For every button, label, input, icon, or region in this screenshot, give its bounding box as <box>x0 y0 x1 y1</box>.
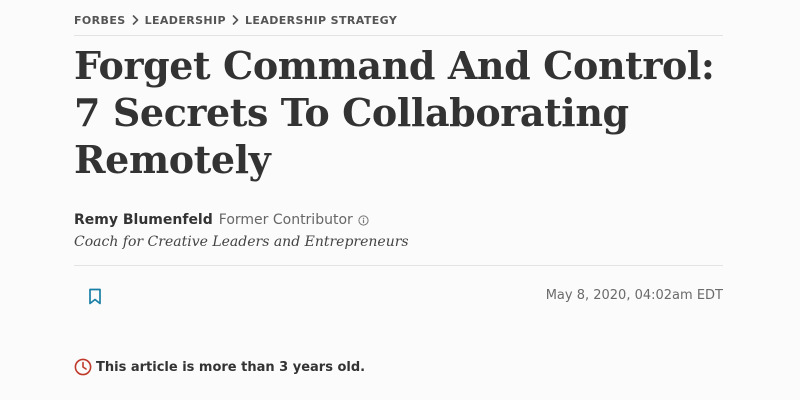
breadcrumb-item-leadership-strategy[interactable]: LEADERSHIP STRATEGY <box>245 14 397 27</box>
author-role: Former Contributor <box>218 212 353 228</box>
author-name-link[interactable]: Remy Blumenfeld <box>74 212 213 228</box>
publish-date: May 8, 2020, 04:02am EDT <box>545 288 723 303</box>
byline-divider <box>74 265 723 266</box>
bookmark-icon <box>88 288 102 305</box>
article-age-notice: This article is more than 3 years old. <box>74 358 365 376</box>
age-notice-text: This article is more than 3 years old. <box>96 359 366 375</box>
chevron-right-icon <box>232 15 239 25</box>
byline: Remy Blumenfeld Former Contributor <box>74 210 369 230</box>
breadcrumb-divider <box>74 35 723 36</box>
breadcrumb-item-forbes[interactable]: FORBES <box>74 14 126 27</box>
breadcrumb-item-leadership[interactable]: LEADERSHIP <box>145 14 226 27</box>
info-circle-icon[interactable] <box>358 214 369 226</box>
chevron-right-icon <box>132 15 139 25</box>
article-headline: Forget Command And Control: 7 Secrets To… <box>74 43 715 182</box>
bookmark-button[interactable] <box>84 285 106 307</box>
breadcrumb: FORBES LEADERSHIP LEADERSHIP STRATEGY <box>74 12 397 28</box>
clock-icon <box>74 358 92 376</box>
author-bio: Coach for Creative Leaders and Entrepren… <box>74 234 409 250</box>
